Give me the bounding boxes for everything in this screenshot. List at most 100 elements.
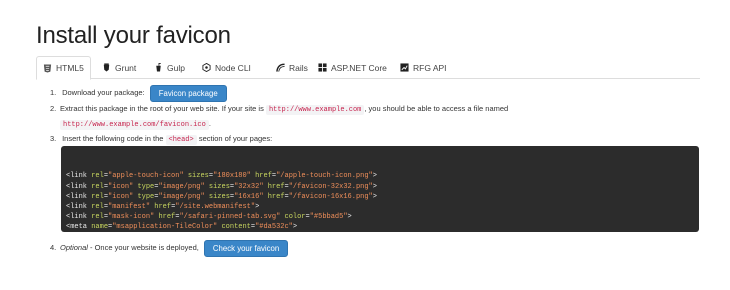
step-number: 1.: [50, 88, 57, 97]
code-token: href: [255, 172, 272, 181]
code-token: sizes: [208, 192, 230, 201]
code-token: "icon": [108, 192, 134, 201]
step-number: 3.: [50, 134, 57, 143]
code-token: "image/png": [158, 182, 205, 191]
code-token: >: [347, 213, 352, 222]
code-token: "/favicon-32x32.png": [288, 182, 373, 191]
code-token: type: [137, 182, 155, 191]
code-token: rel: [91, 192, 104, 201]
code-token: >: [372, 182, 377, 191]
code-token: <link: [66, 172, 92, 181]
code-token: href: [267, 192, 285, 201]
code-line: <link rel="icon" type="image/png" sizes=…: [66, 182, 694, 192]
code-token: "16x16": [234, 192, 264, 201]
code-token: <link: [66, 182, 92, 191]
optional-label: Optional: [60, 243, 88, 252]
code-lines: <link rel="apple-touch-icon" sizes="180x…: [66, 171, 694, 232]
code-line: <link rel="mask-icon" href="/safari-pinn…: [66, 212, 694, 222]
html-code-block[interactable]: <link rel="apple-touch-icon" sizes="180x…: [61, 146, 699, 232]
tab-label: Rails: [289, 62, 308, 73]
code-token: "/safari-pinned-tab.svg": [179, 213, 281, 222]
step-4: 4. Optional - Once your website is deploy…: [50, 239, 289, 257]
tab-aspnet-core[interactable]: ASP.NET Core: [312, 56, 393, 79]
example-favicon-url: http://www.example.com/favicon.ico: [60, 120, 209, 130]
aspnet-core-icon: [318, 63, 327, 72]
code-line: <link rel="manifest" href="/site.webmani…: [66, 202, 694, 212]
step-1: 1. Download your package: Favicon packag…: [50, 84, 227, 102]
code-token: "apple-touch-icon": [108, 172, 184, 181]
code-token: "#da532c": [255, 223, 293, 232]
code-token: "#5bbad5": [309, 213, 348, 222]
code-token: "msapplication-TileColor": [112, 223, 218, 232]
code-line: <link rel="apple-touch-icon" sizes="180x…: [66, 171, 694, 181]
tab-gulp[interactable]: Gulp: [148, 56, 191, 79]
head-tag-code: <head>: [165, 135, 197, 145]
code-token: >: [292, 223, 298, 232]
tab-rails[interactable]: Rails: [270, 56, 314, 79]
code-token: sizes: [187, 172, 209, 181]
code-token: "icon": [108, 182, 134, 191]
tab-label: Grunt: [115, 62, 137, 73]
code-token: rel: [91, 172, 104, 181]
code-token: <link: [66, 213, 92, 222]
code-token: href: [267, 182, 285, 191]
code-token: "180x180": [213, 172, 251, 181]
grunt-icon: [103, 63, 110, 72]
code-line: <link rel="icon" type="image/png" sizes=…: [66, 192, 694, 202]
rfg-api-icon: [400, 63, 409, 72]
code-token: <link: [66, 192, 92, 201]
code-token: href: [158, 213, 176, 222]
node-cli-icon: [202, 63, 211, 72]
code-token: name: [91, 223, 109, 232]
step-text: Download your package:: [62, 88, 145, 97]
tab-html5[interactable]: HTML5: [36, 56, 91, 80]
code-token: type: [137, 192, 155, 201]
code-token: href: [154, 203, 172, 212]
code-token: >: [255, 203, 260, 212]
tab-label: ASP.NET Core: [331, 62, 387, 73]
rails-icon: [276, 63, 285, 72]
step-text: Extract this package in the root of your…: [60, 104, 264, 113]
favicon-package-button[interactable]: Favicon package: [149, 84, 227, 102]
step-text: - Once your website is deployed,: [87, 243, 199, 252]
step-number: 2.: [50, 104, 57, 113]
step-number: 4.: [50, 243, 57, 252]
code-token: >: [372, 192, 377, 201]
step-2: 2. Extract this package in the root of yo…: [50, 103, 508, 131]
gulp-icon: [156, 63, 161, 72]
code-token: <link: [66, 203, 92, 212]
step-text: Insert the following code in the: [62, 134, 164, 143]
tab-node-cli[interactable]: Node CLI: [196, 56, 257, 79]
code-token: "manifest": [108, 203, 151, 212]
code-token: "mask-icon": [108, 213, 155, 222]
html5-icon: [43, 63, 52, 73]
step-text: section of your pages:: [198, 134, 273, 143]
code-token: color: [284, 213, 306, 222]
code-token: rel: [91, 213, 104, 222]
code-token: sizes: [208, 182, 230, 191]
step-text: , you should be able to access a file na…: [364, 104, 509, 113]
code-token: rel: [91, 203, 104, 212]
tab-label: RFG API: [413, 62, 447, 73]
code-line: <meta name="msapplication-TileColor" con…: [66, 222, 694, 232]
code-token: "image/png": [158, 192, 205, 201]
code-token: "32x32": [234, 182, 264, 191]
example-site-url: http://www.example.com: [265, 105, 365, 115]
tab-label: HTML5: [56, 63, 84, 73]
code-token: rel: [91, 182, 104, 191]
code-token: "/apple-touch-icon.png": [276, 172, 373, 181]
tab-rfg-api[interactable]: RFG API: [394, 56, 453, 79]
tab-label: Node CLI: [215, 62, 251, 73]
code-token: content: [221, 223, 251, 232]
tab-label: Gulp: [167, 62, 185, 73]
step-3: 3. Insert the following code in the <hea…: [50, 133, 272, 146]
code-token: "/favicon-16x16.png": [288, 192, 373, 201]
page-title: Install your favicon: [36, 22, 231, 49]
code-token: "/site.webmanifest": [175, 203, 256, 212]
code-token: <meta: [66, 223, 92, 232]
platform-tabs: HTML5 Grunt Gulp Node CLI Rails ASP.NET …: [36, 56, 700, 80]
step-text: .: [208, 119, 211, 128]
check-favicon-button[interactable]: Check your favicon: [203, 239, 289, 257]
tab-grunt[interactable]: Grunt: [96, 56, 142, 79]
code-token: >: [372, 172, 377, 181]
